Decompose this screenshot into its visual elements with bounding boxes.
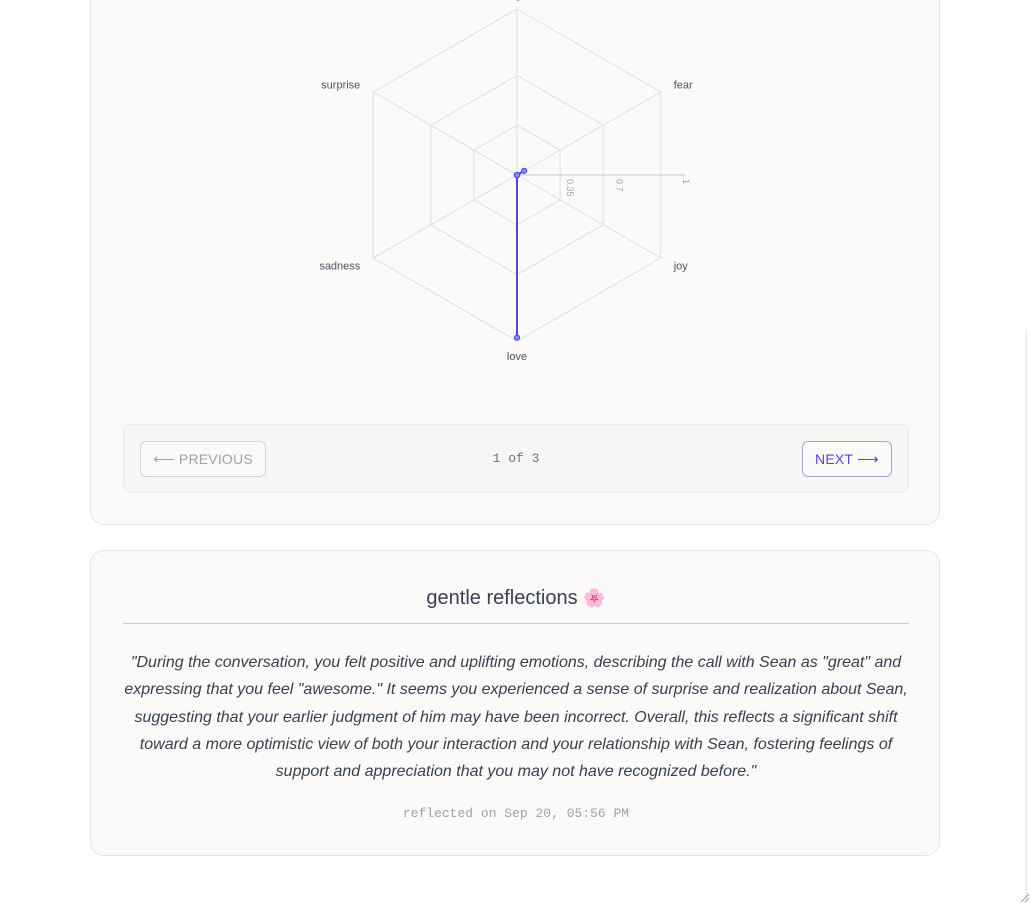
- reflection-card: gentle reflections 🌸 "During the convers…: [90, 550, 940, 856]
- next-button-label: NEXT: [815, 451, 854, 467]
- arrow-right-icon: ⟶: [857, 451, 879, 468]
- radar-spoke-surprise: [372, 91, 518, 176]
- radar-spoke-sadness: [372, 174, 518, 259]
- radial-tick-label: 0.7: [615, 179, 625, 192]
- radial-tick-label: 1: [681, 179, 691, 184]
- axis-label-joy: joy: [673, 260, 689, 272]
- pagination-bar: ⟵ PREVIOUS 1 of 3 NEXT ⟶: [123, 424, 909, 493]
- axis-label-fear: fear: [674, 80, 693, 92]
- data-point-fear: [521, 167, 528, 174]
- axis-label-sadness: sadness: [319, 260, 360, 272]
- cherry-blossom-icon: 🌸: [583, 588, 606, 608]
- radar-spoke-joy: [516, 174, 662, 259]
- series-area-1: [516, 169, 526, 339]
- next-button[interactable]: NEXT ⟶: [802, 441, 892, 477]
- divider: [123, 623, 909, 624]
- axis-label-love: love: [507, 351, 527, 363]
- reflection-timestamp: reflected on Sep 20, 05:56 PM: [402, 806, 630, 821]
- data-point-surprise: [513, 171, 521, 179]
- radial-tick-label: 0.35: [565, 179, 575, 197]
- emotion-radar-chart: 0.35 0.7 1 anger fear joy love sadness surprise: [319, 0, 693, 363]
- reflection-title-text: gentle reflections: [426, 587, 578, 609]
- scrollbar[interactable]: [1026, 330, 1030, 903]
- emotion-chart-card: 0.350.71angerfearjoylovesadnesssurprise …: [90, 0, 940, 525]
- radar-spoke-fear: [516, 91, 662, 176]
- reflection-text: "During the conversation, you felt posit…: [124, 654, 908, 781]
- data-point-love: [513, 334, 521, 341]
- reflection-title: gentle reflections 🌸: [123, 587, 909, 610]
- axis-label-surprise: surprise: [321, 80, 360, 92]
- axis-label-anger: anger: [503, 0, 531, 1]
- resize-grip-icon[interactable]: [1018, 891, 1030, 903]
- page-indicator: 1 of 3: [492, 451, 540, 466]
